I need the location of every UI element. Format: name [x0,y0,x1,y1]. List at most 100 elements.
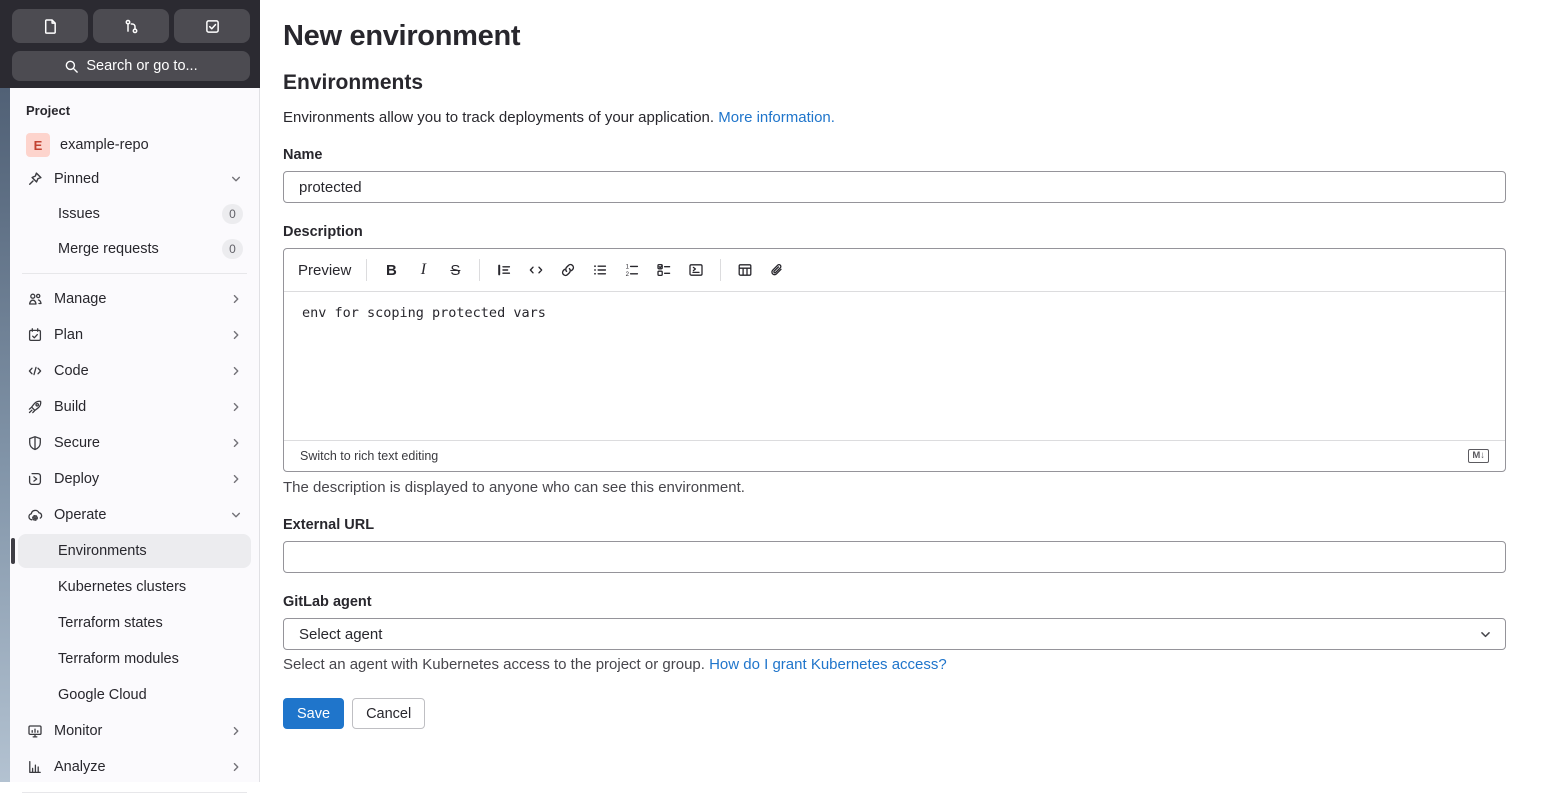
chevron-right-icon [229,400,243,414]
sidebar-dark-header: Search or go to... [0,0,260,88]
toolbar-divider [479,259,481,281]
preview-button[interactable]: Preview [292,255,357,285]
project-avatar: E [26,133,50,157]
kubernetes-access-help-link[interactable]: How do I grant Kubernetes access? [709,656,947,673]
todo-checked-icon [204,18,221,35]
sidebar-item-analyze[interactable]: Analyze [18,750,251,784]
sidebar-item-pinned[interactable]: Pinned [18,163,251,195]
name-field-label: Name [283,147,323,163]
new-environment-page: New environment Environments Environment… [260,0,1550,782]
attach-file-button[interactable] [762,255,792,285]
users-icon [26,291,44,307]
sidebar-item-merge-requests[interactable]: Merge requests 0 [18,232,251,265]
issues-icon [42,18,59,35]
markdown-icon[interactable]: M↓ [1468,448,1489,464]
sidebar-item-kubernetes-clusters[interactable]: Kubernetes clusters [18,570,251,604]
chevron-right-icon [229,292,243,306]
external-url-input[interactable] [283,541,1506,573]
sidebar-item-secure[interactable]: Secure [18,426,251,460]
external-url-field-label: External URL [283,517,375,533]
sidebar-item-monitor[interactable]: Monitor [18,714,251,748]
numbered-list-button[interactable]: 12 [617,255,647,285]
project-name: example-repo [60,137,149,153]
chevron-right-icon [229,328,243,342]
sidebar-item-environments[interactable]: Environments [11,534,251,568]
description-help-text: The description is displayed to anyone w… [283,479,745,496]
sidebar-item-plan[interactable]: Plan [18,318,251,352]
bullet-list-button[interactable] [585,255,615,285]
markdown-editor: Preview B I S 12 env for scoping protect… [283,248,1506,472]
task-list-button[interactable] [649,255,679,285]
svg-text:1: 1 [626,264,630,270]
sidebar-item-terraform-states[interactable]: Terraform states [18,606,251,640]
gitlab-agent-select[interactable]: Select agent [283,618,1506,650]
pin-icon [26,171,44,187]
more-information-link[interactable]: More information. [718,109,835,126]
issues-count-badge: 0 [222,203,243,224]
blockquote-button[interactable] [489,255,519,285]
numbered-list-icon: 12 [624,262,640,278]
terraform-states-label: Terraform states [58,615,163,631]
shield-icon [26,435,44,451]
table-button[interactable] [730,255,760,285]
sidebar-section-label: Project [26,103,71,118]
save-button[interactable]: Save [283,698,345,729]
italic-button[interactable]: I [408,255,438,285]
deploy-label: Deploy [54,471,100,487]
name-input[interactable] [283,171,1506,203]
sidebar-item-operate[interactable]: Operate [18,498,251,532]
merge-requests-shortcut-button[interactable] [93,9,169,43]
markdown-editor-footer: Switch to rich text editing M↓ [284,440,1505,471]
description-textarea[interactable]: env for scoping protected vars [284,292,1505,436]
plan-label: Plan [54,327,84,343]
chevron-down-icon [229,172,243,186]
issues-label: Issues [58,205,100,222]
issues-shortcut-button[interactable] [12,9,88,43]
sidebar-item-issues[interactable]: Issues 0 [18,197,251,230]
code-icon [528,262,544,278]
table-icon [737,262,753,278]
cancel-button[interactable]: Cancel [352,698,426,729]
strikethrough-button[interactable]: S [440,255,470,285]
build-label: Build [54,399,87,415]
page-title: New environment [283,20,521,52]
cloud-gear-icon [26,507,44,523]
sidebar-item-google-cloud[interactable]: Google Cloud [18,678,251,712]
sidebar-item-build[interactable]: Build [18,390,251,424]
terraform-modules-label: Terraform modules [58,651,179,667]
chevron-right-icon [229,364,243,378]
sidebar-item-project[interactable]: E example-repo [18,129,251,161]
chevron-right-icon [229,472,243,486]
chevron-down-icon [1478,627,1493,642]
shortcut-button-row [0,0,260,43]
bold-button[interactable]: B [376,255,406,285]
svg-text:2: 2 [626,272,630,278]
toolbar-divider [366,259,368,281]
collapsible-section-button[interactable] [681,255,711,285]
todo-shortcut-button[interactable] [174,9,250,43]
search-icon [64,59,79,74]
code-button[interactable] [521,255,551,285]
link-button[interactable] [553,255,583,285]
bar-chart-icon [26,759,44,775]
code-icon [26,363,44,379]
sidebar-item-manage[interactable]: Manage [18,282,251,316]
paperclip-icon [769,262,785,278]
switch-rich-text-link[interactable]: Switch to rich text editing [300,449,438,463]
toolbar-divider [720,259,722,281]
gitlab-agent-help-body: Select an agent with Kubernetes access t… [283,656,710,673]
merge-requests-count-badge: 0 [222,238,243,259]
secure-label: Secure [54,435,100,451]
blockquote-icon [496,262,512,278]
chevron-down-icon [229,508,243,522]
sidebar-divider [22,273,247,274]
search-input[interactable]: Search or go to... [12,51,250,81]
gitlab-agent-help-text: Select an agent with Kubernetes access t… [283,656,1506,673]
sidebar-item-deploy[interactable]: Deploy [18,462,251,496]
chevron-right-icon [229,724,243,738]
bullet-list-icon [592,262,608,278]
merge-request-icon [123,18,140,35]
desktop-background-strip [0,0,10,782]
sidebar-item-terraform-modules[interactable]: Terraform modules [18,642,251,676]
sidebar-item-code[interactable]: Code [18,354,251,388]
